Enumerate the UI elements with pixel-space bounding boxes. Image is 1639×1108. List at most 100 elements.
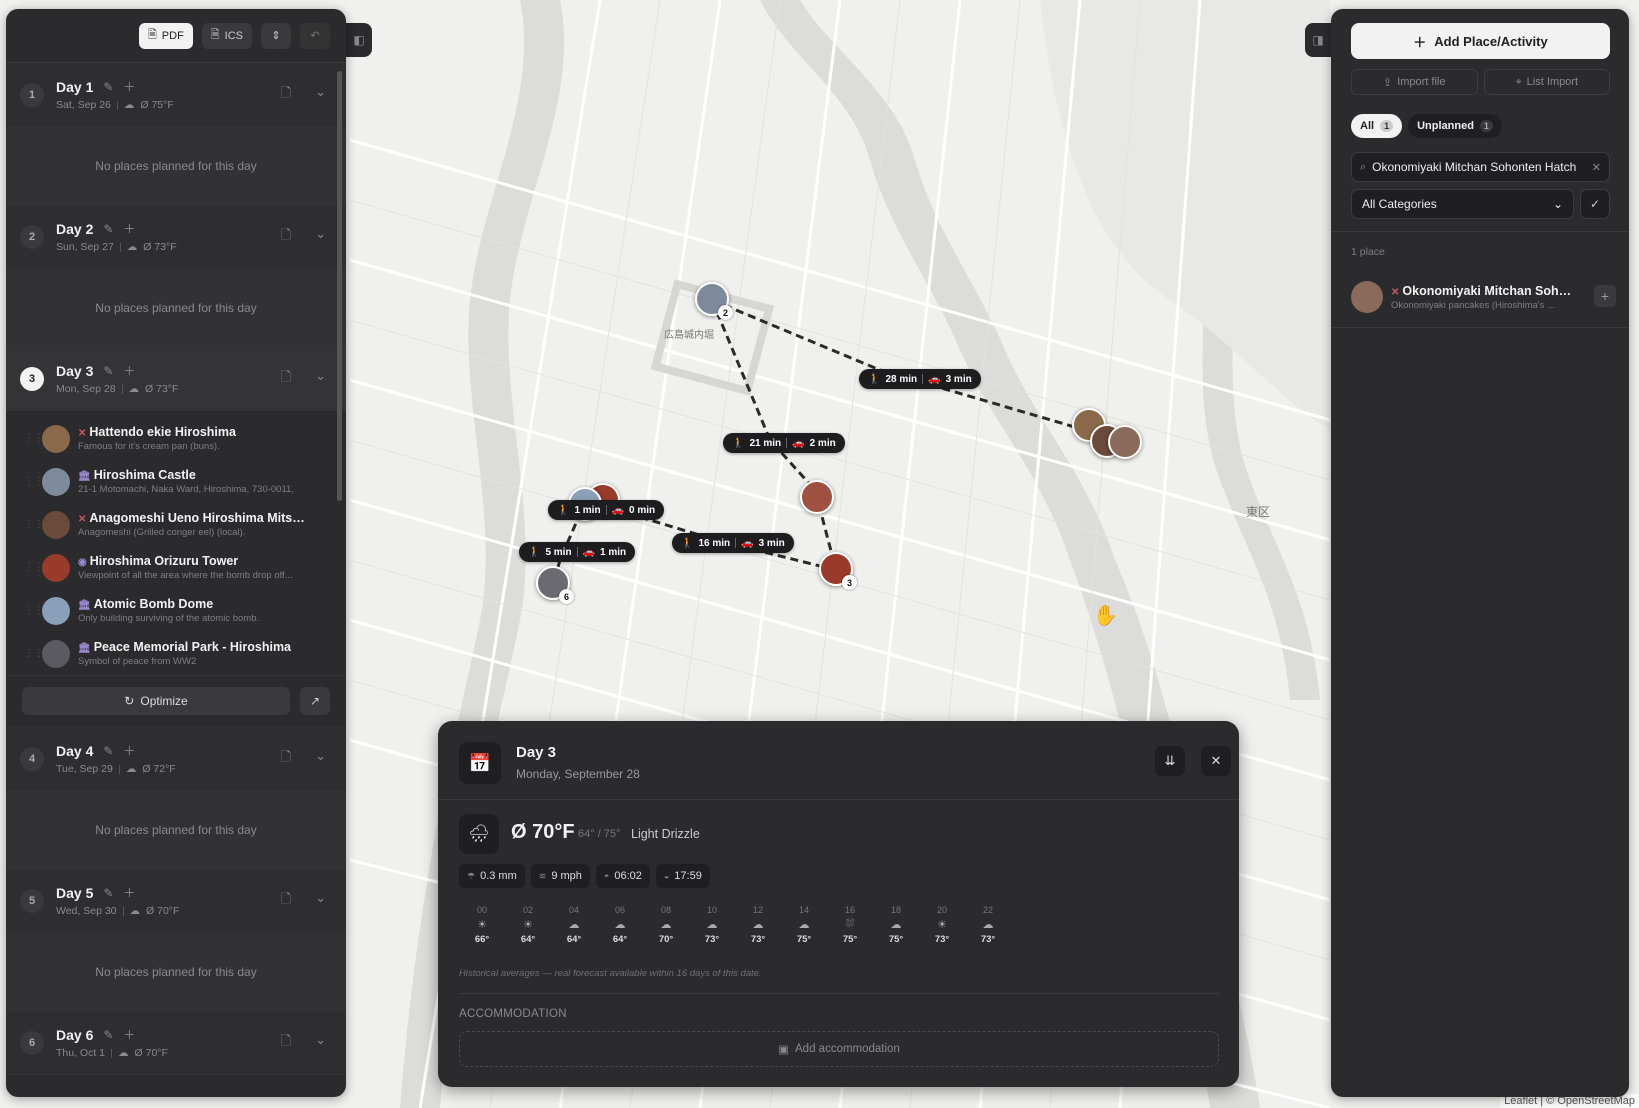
close-panel-button[interactable]: ✕ — [1201, 746, 1231, 776]
list-item[interactable]: ⋮⋮ 🏛 Peace Memorial Park - Hiroshima Symbo… — [6, 632, 346, 675]
day-header-2[interactable]: 2 Day 2 ✎ ＋ Sun, Sep 27 ☁ Ø 73°F 🗋 ⌄ — [6, 205, 346, 269]
list-item[interactable]: ⋮⋮ ✕ Anagomeshi Ueno Hiroshima Mitsu... An… — [6, 503, 346, 546]
add-place-button[interactable]: ＋ Add Place/Activity — [1351, 23, 1610, 59]
map-pin[interactable]: 3 — [819, 552, 857, 590]
place-desc: Famous for it's cream pan (buns). — [78, 441, 220, 452]
check-icon: ✓ — [1589, 197, 1601, 211]
filter-unplanned-chip[interactable]: Unplanned 1 — [1408, 114, 1502, 138]
hand-cursor-icon: ✋ — [1093, 605, 1118, 627]
minimize-panel-button[interactable]: ⇊ — [1155, 746, 1185, 776]
ics-label: ICS — [224, 29, 243, 42]
notes-icon[interactable]: 🗋 — [281, 890, 291, 912]
collapse-right-panel-button[interactable]: ◨ — [1305, 23, 1331, 57]
day-header-3[interactable]: 3 Day 3 ✎ ＋ Mon, Sep 28 ☁ Ø 73°F 🗋 ⌄ — [6, 347, 346, 411]
plus-icon: ＋ — [1413, 34, 1427, 50]
itinerary-sidebar: 🗎 PDF 🗎 ICS ⇕ ↶ 1 Day 1 ✎ ＋ Sat, Sep 26 ☁ Ø 75… — [6, 9, 346, 1097]
notes-icon[interactable]: 🗋 — [281, 226, 291, 248]
add-icon[interactable]: ＋ — [123, 742, 135, 759]
walk-time: 21 min — [749, 437, 782, 449]
chevron-down-icon[interactable]: ⌄ — [315, 748, 326, 770]
list-item[interactable]: ✕ Okonomiyaki Mitchan Soho... Okonomiyaki … — [1351, 277, 1616, 317]
add-icon[interactable]: ＋ — [123, 884, 135, 901]
hour-forecast: 22 ☁ 73° — [965, 905, 1011, 945]
hourly-forecast: 00 ☀ 66° 02 ☀ 64° 04 ☁ 64° 06 ☁ 64° 08 ☁ 70° 10 ☁ 73° 12 ☁ 7… — [459, 905, 1011, 945]
day-header-4[interactable]: 4 Day 4 ✎ ＋ Tue, Sep 29 ☁ Ø 72°F 🗋 ⌄ — [6, 727, 346, 791]
sunset-value: 17:59 — [674, 870, 702, 882]
sunrise-value: 06:02 — [614, 870, 642, 882]
map-pin[interactable] — [1108, 425, 1142, 459]
day-header-5[interactable]: 5 Day 5 ✎ ＋ Wed, Sep 30 ☁ Ø 70°F 🗋 ⌄ — [6, 869, 346, 933]
chevron-down-icon[interactable]: ⌄ — [315, 1032, 326, 1054]
list-import-label: List Import — [1526, 76, 1579, 88]
add-icon[interactable]: ＋ — [123, 1026, 135, 1043]
drag-handle-icon[interactable]: ⋮⋮ — [24, 519, 44, 530]
edit-icon[interactable]: ✎ — [103, 364, 113, 378]
drag-handle-icon[interactable]: ⋮⋮ — [24, 648, 44, 659]
route-badge: 🚶 5 min 🚗 1 min — [519, 542, 636, 562]
edit-icon[interactable]: ✎ — [103, 744, 113, 758]
weather-stats: ☂ 0.3 mm ≋ 9 mph ◓ 06:02 ◒ 17:59 — [459, 864, 710, 888]
drag-handle-icon[interactable]: ⋮⋮ — [24, 562, 44, 573]
list-item[interactable]: ⋮⋮ ✕ Hattendo ekie Hiroshima Famous for it… — [6, 417, 346, 460]
add-icon[interactable]: ＋ — [123, 362, 135, 379]
cloud-icon: ☁ — [798, 919, 810, 931]
panel-title: Day 3 — [516, 744, 557, 761]
edit-icon[interactable]: ✎ — [103, 1028, 113, 1042]
notes-icon[interactable]: 🗋 — [281, 1032, 291, 1054]
edit-icon[interactable]: ✎ — [103, 222, 113, 236]
list-import-button[interactable]: ⌖ List Import — [1483, 69, 1610, 95]
map-pin[interactable] — [800, 480, 834, 514]
place-thumbnail — [42, 467, 70, 496]
drag-handle-icon[interactable]: ⋮⋮ — [24, 433, 44, 444]
day-header-1[interactable]: 1 Day 1 ✎ ＋ Sat, Sep 26 ☁ Ø 75°F 🗋 ⌄ — [6, 63, 346, 127]
list-item[interactable]: ⋮⋮ 🏛 Hiroshima Castle 21-1 Motomachi, Naka… — [6, 460, 346, 503]
optimize-button[interactable]: ↻ Optimize — [22, 687, 290, 715]
map-pin[interactable]: 6 — [536, 566, 574, 604]
edit-icon[interactable]: ✎ — [103, 80, 113, 94]
undo-button[interactable]: ↶ — [300, 22, 330, 49]
select-all-button[interactable]: ✓ — [1580, 189, 1610, 219]
add-icon[interactable]: ＋ — [123, 78, 135, 95]
chip-label: Unplanned — [1417, 120, 1474, 132]
open-external-button[interactable]: ↗ — [300, 687, 330, 715]
import-file-button[interactable]: ⇪ Import file — [1351, 69, 1478, 95]
add-icon[interactable]: ＋ — [123, 220, 135, 237]
file-icon: 🗎 — [210, 29, 220, 41]
chevron-down-icon[interactable]: ⌄ — [315, 890, 326, 912]
precip-stat: ☂ 0.3 mm — [459, 864, 525, 888]
add-to-day-button[interactable]: + — [1594, 285, 1616, 307]
place-name: Peace Memorial Park - Hiroshima — [93, 640, 292, 654]
panel-subtitle: Monday, September 28 — [516, 767, 640, 781]
sidebar-scrollbar[interactable] — [337, 71, 342, 501]
chevron-down-icon[interactable]: ⌄ — [315, 84, 326, 106]
drag-handle-icon[interactable]: ⋮⋮ — [24, 605, 44, 616]
export-ics-button[interactable]: 🗎 ICS — [201, 22, 252, 49]
filter-all-chip[interactable]: All 1 — [1351, 114, 1403, 138]
notes-icon[interactable]: 🗋 — [281, 84, 291, 106]
collapse-left-panel-button[interactable]: ◧ — [346, 23, 372, 57]
route-badge: 🚶 28 min 🚗 3 min — [859, 369, 981, 389]
day-header-6[interactable]: 6 Day 6 ✎ ＋ Thu, Oct 1 ☁ Ø 70°F 🗋 ⌄ — [6, 1011, 346, 1075]
search-input[interactable] — [1372, 160, 1586, 174]
weather-icon: ☁ — [126, 241, 138, 253]
car-icon: 🚗 — [928, 373, 941, 385]
clear-icon[interactable]: ✕ — [1592, 161, 1601, 174]
list-item[interactable]: ⋮⋮ 🏛 Atomic Bomb Dome Only building surviv… — [6, 589, 346, 632]
sunset-icon: ◒ — [663, 871, 670, 881]
hour-forecast: 16 ⛆ 75° — [827, 905, 873, 945]
map-pin[interactable]: 2 — [695, 282, 733, 320]
chevron-down-icon[interactable]: ⌄ — [315, 226, 326, 248]
export-pdf-button[interactable]: 🗎 PDF — [138, 22, 193, 49]
chevron-down-icon[interactable]: ⌄ — [315, 368, 326, 390]
notes-icon[interactable]: 🗋 — [281, 748, 291, 770]
list-item[interactable]: ⋮⋮ ◉ Hiroshima Orizuru Tower Viewpoint of … — [6, 546, 346, 589]
route-badge: 🚶 16 min 🚗 3 min — [672, 533, 794, 553]
drag-handle-icon[interactable]: ⋮⋮ — [24, 476, 44, 487]
hour-forecast: 00 ☀ 66° — [459, 905, 505, 945]
add-accommodation-button[interactable]: ▣ Add accommodation — [459, 1031, 1219, 1067]
hour-label: 10 — [706, 905, 717, 915]
edit-icon[interactable]: ✎ — [103, 886, 113, 900]
notes-icon[interactable]: 🗋 — [281, 368, 291, 390]
collapse-all-button[interactable]: ⇕ — [261, 22, 291, 49]
category-select[interactable]: All Categories ⌄ — [1351, 189, 1574, 219]
